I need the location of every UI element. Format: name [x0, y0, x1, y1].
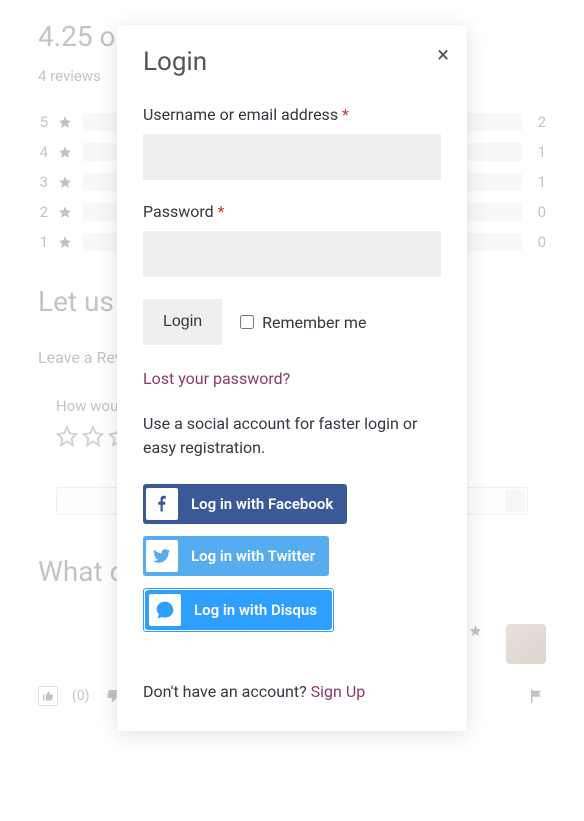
- login-modal: × Login Username or email address * Pass…: [117, 25, 467, 731]
- username-label: Username or email address *: [143, 105, 441, 124]
- disqus-icon: [146, 591, 184, 629]
- username-input[interactable]: [143, 134, 441, 180]
- login-twitter-button[interactable]: Log in with Twitter: [143, 536, 329, 576]
- login-button[interactable]: Login: [143, 299, 222, 345]
- password-input[interactable]: [143, 231, 441, 277]
- social-login-intro: Use a social account for faster login or…: [143, 412, 441, 460]
- lost-password-link[interactable]: Lost your password?: [143, 369, 290, 388]
- remember-checkbox[interactable]: [240, 315, 254, 329]
- required-marker: *: [218, 202, 225, 221]
- login-facebook-button[interactable]: Log in with Facebook: [143, 484, 347, 524]
- signup-prompt: Don't have an account? Sign Up: [143, 682, 441, 701]
- close-icon[interactable]: ×: [437, 45, 449, 67]
- twitter-icon: [143, 536, 181, 576]
- facebook-icon: [143, 484, 181, 524]
- sign-up-link[interactable]: Sign Up: [311, 682, 366, 701]
- modal-title: Login: [143, 47, 441, 77]
- required-marker: *: [342, 105, 349, 124]
- remember-me[interactable]: Remember me: [240, 313, 366, 332]
- login-disqus-button[interactable]: Log in with Disqus: [145, 590, 332, 630]
- password-label: Password *: [143, 202, 441, 221]
